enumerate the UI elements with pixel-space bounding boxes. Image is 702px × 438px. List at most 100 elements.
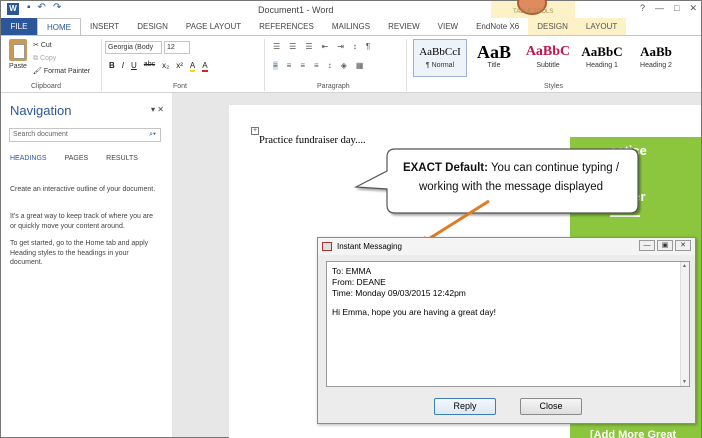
cut-button[interactable]: ✂ Cut	[33, 39, 90, 52]
strikethrough-button[interactable]: abc	[144, 61, 155, 72]
format-painter-button[interactable]: 🖌 Format Painter	[33, 65, 90, 78]
tab-pages[interactable]: PAGES	[65, 155, 89, 162]
tab-endnote[interactable]: EndNote X6	[467, 18, 528, 36]
close-pane-icon[interactable]: ✕	[157, 105, 164, 114]
multilevel-list-icon[interactable]: ☰	[305, 42, 312, 51]
style-title[interactable]: AaB Title	[467, 39, 521, 77]
search-icon[interactable]: ⌕▾	[149, 129, 156, 141]
im-title-bar[interactable]: Instant Messaging — ▣ ✕	[318, 238, 695, 255]
subscript-button[interactable]: x₂	[162, 61, 169, 72]
im-header-lines: To: EMMA From: DEANE Time: Monday 09/03/…	[332, 266, 466, 299]
callout-bold: EXACT Default:	[402, 162, 488, 174]
align-controls: ≡ ≡ ≡ ≡ ↕ ◈ ▦	[273, 61, 363, 70]
search-input[interactable]: Search document ⌕▾	[9, 128, 161, 142]
tab-home[interactable]: HOME	[37, 18, 81, 36]
close-icon[interactable]: ✕	[675, 240, 691, 251]
tab-results[interactable]: RESULTS	[106, 155, 138, 162]
im-scrollbar[interactable]	[680, 262, 689, 386]
style-sample: AaBbC	[525, 44, 571, 59]
search-placeholder: Search document	[13, 131, 68, 138]
tab-mailings[interactable]: MAILINGS	[323, 18, 379, 36]
font-group-label: Font	[173, 83, 188, 90]
group-divider	[264, 39, 265, 91]
minimize-icon[interactable]: —	[655, 3, 664, 14]
bold-button[interactable]: B	[109, 61, 115, 72]
close-icon[interactable]: ✕	[689, 3, 697, 14]
align-left-icon[interactable]: ≡	[273, 61, 278, 70]
decrease-indent-icon[interactable]: ⇤	[322, 42, 329, 51]
style-heading-2[interactable]: AaBb Heading 2	[629, 39, 683, 77]
group-divider	[406, 39, 407, 91]
reply-button[interactable]: Reply	[434, 398, 496, 415]
tab-view[interactable]: VIEW	[429, 18, 467, 36]
increase-indent-icon[interactable]: ⇥	[337, 42, 344, 51]
font-color-button[interactable]: A	[202, 61, 208, 72]
tab-references[interactable]: REFERENCES	[250, 18, 323, 36]
justify-icon[interactable]: ≡	[314, 61, 319, 70]
align-center-icon[interactable]: ≡	[287, 61, 292, 70]
im-from: From: DEANE	[332, 277, 386, 287]
navigation-tabs: HEADINGS PAGES RESULTS	[10, 155, 138, 162]
style-sample: AaBbCcI	[419, 46, 461, 58]
numbering-icon[interactable]: ☰	[289, 42, 296, 51]
dropdown-icon[interactable]: ▾	[151, 105, 155, 114]
font-size-select[interactable]: 12	[164, 41, 190, 54]
style-subtitle[interactable]: AaBbC Subtitle	[521, 39, 575, 77]
style-sample: AaBbC	[581, 44, 623, 59]
help-icon[interactable]: ?	[640, 3, 645, 14]
styles-group-label: Styles	[544, 83, 564, 90]
restore-icon[interactable]: ▣	[657, 240, 673, 251]
bullets-icon[interactable]: ☰	[273, 42, 280, 51]
tab-page-layout[interactable]: PAGE LAYOUT	[177, 18, 250, 36]
navigation-controls: ▾ ✕	[151, 105, 164, 114]
tab-headings[interactable]: HEADINGS	[10, 155, 47, 162]
copy-button[interactable]: ⧉ Copy	[33, 52, 90, 65]
italic-button[interactable]: I	[122, 61, 124, 72]
close-button[interactable]: Close	[520, 398, 582, 415]
style-name: Subtitle	[536, 62, 560, 69]
paste-button[interactable]: Paste	[7, 39, 29, 70]
table-move-handle-icon[interactable]: +	[251, 127, 259, 135]
maximize-icon[interactable]: □	[674, 3, 679, 14]
tab-insert[interactable]: INSERT	[81, 18, 128, 36]
clipboard-actions: ✂ Cut ⧉ Copy 🖌 Format Painter	[33, 39, 90, 78]
save-icon[interactable]: ▪	[27, 2, 31, 13]
shading-icon[interactable]: ◈	[341, 61, 347, 70]
align-right-icon[interactable]: ≡	[300, 61, 305, 70]
style-name: Title	[487, 62, 501, 69]
superscript-button[interactable]: x²	[176, 61, 183, 72]
im-message-body: Hi Emma, hope you are having a great day…	[332, 307, 496, 317]
highlight-button[interactable]: A	[189, 61, 196, 72]
document-text[interactable]: Practice fundraiser day....	[259, 135, 366, 146]
borders-icon[interactable]: ▦	[356, 61, 364, 70]
green-panel-footer: [Add More Great	[590, 429, 677, 438]
clipboard-group-label: Clipboard	[31, 83, 61, 90]
im-message-area[interactable]: To: EMMA From: DEANE Time: Monday 09/03/…	[326, 261, 690, 387]
tab-design[interactable]: DESIGN	[128, 18, 177, 36]
copy-label: Copy	[39, 55, 57, 62]
show-marks-icon[interactable]: ¶	[366, 42, 370, 51]
tab-review[interactable]: REVIEW	[379, 18, 429, 36]
im-app-icon	[322, 242, 332, 251]
im-title: Instant Messaging	[337, 242, 402, 251]
navigation-pane: Navigation ▾ ✕ Search document ⌕▾ HEADIN…	[1, 93, 173, 437]
minimize-icon[interactable]: —	[639, 240, 655, 251]
sort-icon[interactable]: ↕	[353, 42, 357, 51]
style-heading-1[interactable]: AaBbC Heading 1	[575, 39, 629, 77]
tab-file[interactable]: FILE	[1, 18, 37, 36]
paste-icon	[9, 39, 27, 61]
style-name: Heading 1	[586, 62, 618, 69]
cut-label: Cut	[40, 42, 52, 49]
font-format-row: B I U abc x₂ x² A A	[109, 61, 208, 72]
underline-button[interactable]: U	[131, 61, 137, 72]
style-name: ¶ Normal	[425, 62, 455, 69]
style-normal[interactable]: AaBbCcI ¶ Normal	[413, 39, 467, 77]
redo-icon[interactable]: ↷	[53, 2, 61, 13]
undo-icon[interactable]: ↶	[38, 2, 46, 13]
window-title: Document1 - Word	[258, 5, 334, 15]
tab-table-design[interactable]: DESIGN	[528, 18, 577, 36]
tab-table-layout[interactable]: LAYOUT	[576, 18, 627, 36]
font-name-select[interactable]: Georgia (Body	[105, 41, 162, 54]
line-spacing-icon[interactable]: ↕	[328, 61, 332, 70]
quick-access-toolbar: ▪ ↶ ↷	[27, 2, 61, 13]
